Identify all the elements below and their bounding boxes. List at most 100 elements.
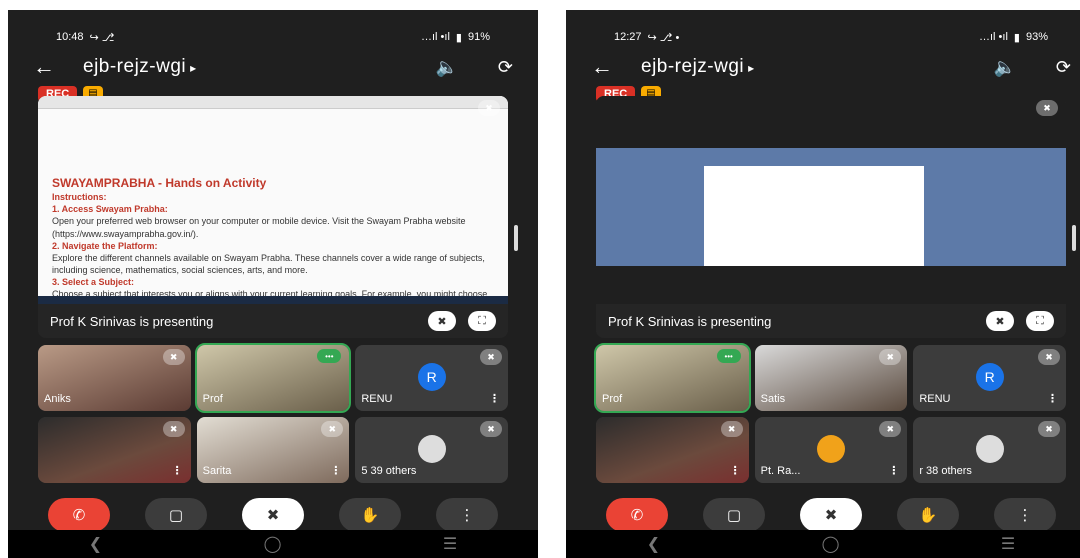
mic-off-icon: ✖	[1036, 100, 1058, 116]
participant-tile[interactable]: ✖ Aniks	[38, 345, 191, 411]
others-tile[interactable]: ✖ r 38 others	[913, 417, 1066, 483]
participant-name: Sarita	[202, 465, 232, 477]
others-count: r 38 others	[919, 465, 972, 477]
scrollbar[interactable]	[514, 225, 518, 251]
end-call-button[interactable]: ✆	[48, 498, 110, 532]
presentation-view[interactable]: ✖ Prof K Srinivas is presenting ✖ ⛶	[596, 96, 1066, 338]
fullscreen-icon[interactable]: ⛶	[1026, 311, 1054, 331]
nav-home-icon[interactable]: ◯	[822, 534, 840, 554]
doc-step2-text: Explore the different channels available…	[52, 252, 485, 276]
participant-name: Aniks	[44, 393, 71, 405]
participant-tile[interactable]: ✖ Sarita ⋮	[196, 417, 350, 483]
more-vert-icon[interactable]: ⋮	[1047, 392, 1058, 405]
arrow-left-icon[interactable]: ←	[591, 54, 641, 80]
mic-off-icon: ✖	[266, 507, 280, 524]
windows-taskbar	[38, 296, 508, 304]
word-toolbar	[38, 96, 508, 109]
participant-grid: ✖ Aniks ••• Prof ✖ R RENU ⋮ ✖ ⋮ ✖ Sarita…	[38, 343, 508, 483]
battery-level: 93%	[1025, 31, 1048, 43]
hand-icon: ✋	[360, 507, 380, 524]
mic-off-icon: ✖	[1038, 349, 1060, 365]
more-vert-icon[interactable]: ⋮	[330, 464, 341, 477]
chevron-right-icon: ▸	[748, 61, 755, 75]
shared-screen: ✖	[596, 96, 1066, 304]
camera-switch-icon[interactable]: ⟳	[1056, 57, 1071, 78]
more-options-button[interactable]: ⋮	[994, 498, 1056, 532]
speaker-icon[interactable]: 🔈	[993, 57, 1015, 78]
others-tile[interactable]: ✖ 5 39 others	[355, 417, 508, 483]
more-vert-icon[interactable]: ⋮	[489, 392, 500, 405]
chevron-right-icon: ▸	[190, 61, 197, 75]
others-count: 5 39 others	[361, 465, 417, 477]
camera-button[interactable]: ▢	[703, 498, 765, 532]
participant-name: Prof	[602, 393, 623, 405]
meeting-title[interactable]: ejb-rejz-wgi ▸	[641, 56, 993, 78]
doc-step3: 3. Select a Subject:	[52, 277, 135, 288]
participant-tile[interactable]: ✖ ⋮	[38, 417, 191, 483]
participant-tile[interactable]: ✖ ⋮	[596, 417, 749, 483]
status-bar: 10:48 ↪ ⎇ …ıl •ıl ▮ 91%	[56, 28, 490, 46]
mic-button[interactable]: ✖	[800, 498, 862, 532]
mic-off-icon: ✖	[321, 421, 344, 437]
presentation-view[interactable]: SWAYAMPRABHA - Hands on Activity Instruc…	[38, 96, 508, 338]
end-call-button[interactable]: ✆	[606, 498, 668, 532]
video-camera-icon: ▢	[168, 507, 184, 524]
meet-screen: 10:48 ↪ ⎇ …ıl •ıl ▮ 91% ← ejb-rejz-wgi ▸ …	[8, 10, 538, 558]
android-navbar: ❮ ◯ ☰	[8, 530, 538, 558]
arrow-left-icon[interactable]: ←	[33, 54, 83, 80]
camera-button[interactable]: ▢	[145, 498, 207, 532]
meeting-title[interactable]: ejb-rejz-wgi ▸	[83, 56, 435, 78]
more-vert-icon[interactable]: ⋮	[172, 464, 183, 477]
participant-tile[interactable]: ✖ R RENU ⋮	[913, 345, 1066, 411]
participant-name: Prof	[202, 393, 223, 405]
battery-icon: ▮	[455, 31, 462, 44]
nav-recents-icon[interactable]: ☰	[443, 534, 457, 554]
more-vert-icon[interactable]: ⋮	[730, 464, 741, 477]
mic-off-icon[interactable]: ✖	[986, 311, 1014, 331]
participant-tile[interactable]: ••• Prof	[194, 343, 352, 413]
raise-hand-button[interactable]: ✋	[897, 498, 959, 532]
participant-tile[interactable]: ✖ Satis	[754, 345, 908, 411]
nav-recents-icon[interactable]: ☰	[1001, 534, 1015, 554]
notification-icons: ↪ ⎇	[89, 31, 115, 44]
nav-back-icon[interactable]: ❮	[89, 534, 102, 554]
raise-hand-button[interactable]: ✋	[339, 498, 401, 532]
speaker-icon[interactable]: 🔈	[435, 57, 457, 78]
more-vert-icon[interactable]: ⋮	[888, 464, 899, 477]
phone-hangup-icon: ✆	[72, 507, 86, 524]
status-bar: 12:27 ↪ ⎇ • …ıl •ıl ▮ 93%	[614, 28, 1048, 46]
participant-tile[interactable]: ✖ Pt. Ra... ⋮	[754, 417, 908, 483]
more-options-button[interactable]: ⋮	[436, 498, 498, 532]
scrollbar[interactable]	[1072, 225, 1076, 251]
camera-switch-icon[interactable]: ⟳	[498, 57, 513, 78]
nav-home-icon[interactable]: ◯	[264, 534, 282, 554]
phone-hangup-icon: ✆	[630, 507, 644, 524]
hand-icon: ✋	[918, 507, 938, 524]
signal-icon: …ıl •ıl	[978, 31, 1008, 43]
speaking-indicator-icon: •••	[716, 349, 741, 363]
mic-off-icon: ✖	[879, 349, 902, 365]
participant-name: Satis	[760, 393, 786, 405]
participant-tile[interactable]: ✖ R RENU ⋮	[355, 345, 508, 411]
call-controls: ✆ ▢ ✖ ✋ ⋮	[606, 498, 1056, 532]
mic-off-icon: ✖	[480, 349, 502, 365]
participant-grid: ••• Prof ✖ Satis ✖ R RENU ⋮ ✖ ⋮ ✖ Pt. Ra…	[594, 343, 1066, 483]
participant-tile[interactable]: ••• Prof	[594, 343, 751, 413]
avatar	[975, 435, 1004, 463]
shared-word-document	[704, 166, 924, 266]
avatar: R	[417, 363, 446, 391]
fullscreen-icon[interactable]: ⛶	[468, 311, 496, 331]
mic-button[interactable]: ✖	[242, 498, 304, 532]
mic-off-icon: ✖	[824, 507, 838, 524]
doc-step1-text: Open your preferred web browser on your …	[52, 216, 466, 239]
phone-screenshot-right: 12:27 ↪ ⎇ • …ıl •ıl ▮ 93% ← ejb-rejz-wgi…	[566, 10, 1080, 558]
mic-off-icon[interactable]: ✖	[428, 311, 456, 331]
meeting-header: ← ejb-rejz-wgi ▸ 🔈 ⟳	[591, 50, 1071, 84]
nav-back-icon[interactable]: ❮	[647, 534, 660, 554]
presenting-label: Prof K Srinivas is presenting	[608, 313, 772, 329]
shared-document: SWAYAMPRABHA - Hands on Activity Instruc…	[38, 96, 508, 311]
speaking-indicator-icon: •••	[317, 349, 342, 363]
mic-off-icon: ✖	[478, 100, 500, 116]
status-time: 10:48	[56, 31, 84, 43]
presenting-label: Prof K Srinivas is presenting	[50, 313, 214, 329]
